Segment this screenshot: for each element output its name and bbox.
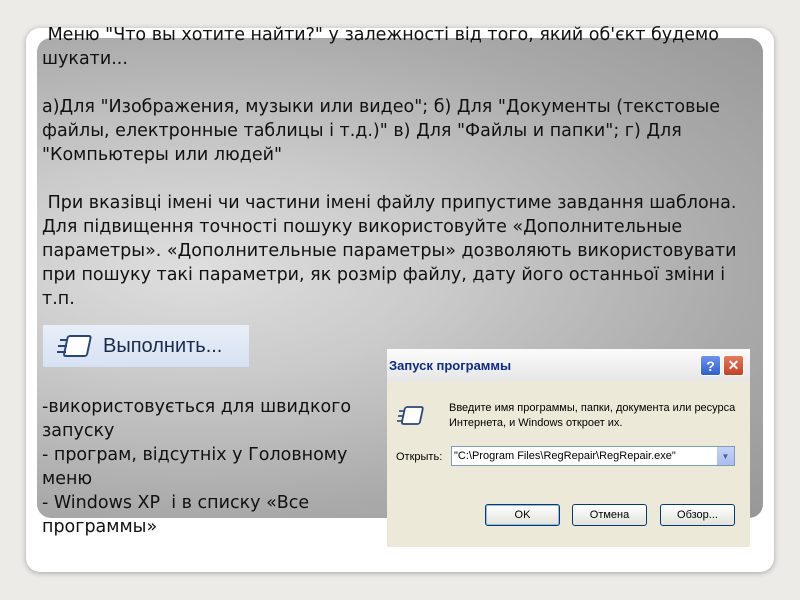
open-combobox[interactable]: ▼ — [451, 446, 735, 466]
help-button[interactable]: ? — [700, 355, 721, 376]
dialog-title: Запуск программы — [389, 358, 512, 373]
search-hint-text: При вказівці імені чи частини імені файл… — [42, 193, 743, 309]
open-label: Открыть: — [396, 451, 443, 463]
run-dialog: Запуск программы ? ✕ Введите имя програм… — [387, 349, 750, 547]
cancel-button[interactable]: Отмена — [572, 504, 647, 526]
run-icon — [57, 335, 92, 357]
dialog-description: Введите имя программы, папки, документа … — [449, 402, 736, 429]
dialog-title-bar[interactable]: Запуск программы ? ✕ — [387, 349, 750, 381]
intro-text: Меню "Что вы хотите найти?" у залежності… — [42, 25, 725, 69]
run-icon — [397, 406, 424, 425]
chevron-down-icon[interactable]: ▼ — [716, 447, 734, 465]
run-description-text: -використовується для швидкого запуску -… — [42, 397, 352, 537]
close-button[interactable]: ✕ — [723, 355, 744, 376]
browse-button[interactable]: Обзор... — [660, 504, 735, 526]
search-options-text: а)Для "Изображения, музыки или видео"; б… — [42, 97, 726, 165]
run-menu-item[interactable]: Выполнить... — [43, 325, 249, 367]
ok-button[interactable]: OK — [485, 504, 560, 526]
open-input[interactable] — [454, 448, 712, 464]
run-menu-label: Выполнить... — [103, 334, 223, 357]
